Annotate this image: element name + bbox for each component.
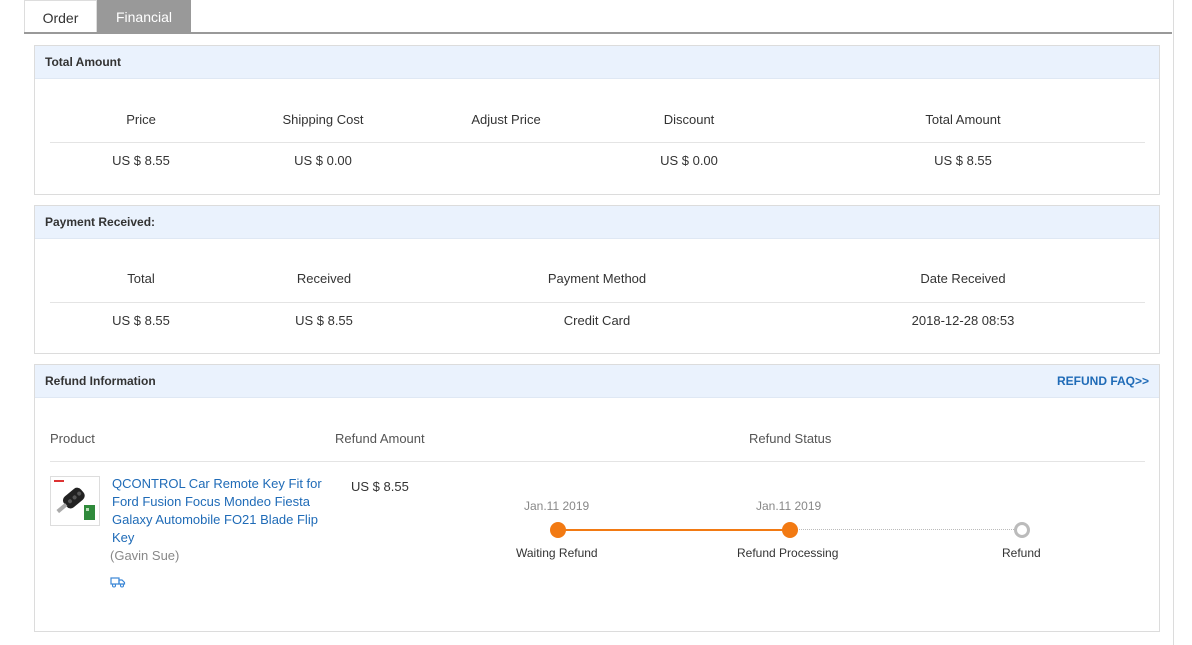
header-adjust-price: Adjust Price (471, 112, 541, 127)
header-received: Received (296, 271, 352, 286)
refund-information-panel: Refund Information REFUND FAQ>> Product … (34, 364, 1160, 632)
timeline-dot-processing (782, 522, 798, 538)
product-name-link[interactable]: QCONTROL Car Remote Key Fit for Ford Fus… (112, 475, 327, 547)
timeline-date-processing: Jan.11 2019 (756, 499, 822, 513)
header-product: Product (50, 431, 95, 446)
divider (50, 461, 1145, 462)
car-key-image (54, 480, 95, 520)
refund-information-label: Refund Information (45, 374, 156, 388)
divider (50, 142, 1145, 143)
timeline-label-processing: Refund Processing (737, 546, 839, 560)
header-total: Total (127, 271, 155, 286)
timeline-progress-line (558, 529, 790, 531)
value-date-received: 2018-12-28 08:53 (911, 313, 1015, 328)
refund-information-title: Refund Information REFUND FAQ>> (35, 365, 1159, 398)
value-discount: US $ 0.00 (660, 153, 718, 168)
timeline-label-waiting: Waiting Refund (516, 546, 598, 560)
tab-order[interactable]: Order (24, 0, 97, 32)
value-total-amount: US $ 8.55 (934, 153, 992, 168)
header-total-amount: Total Amount (925, 112, 1001, 127)
value-price: US $ 8.55 (112, 153, 170, 168)
total-amount-panel: Total Amount Price Shipping Cost Adjust … (34, 45, 1160, 195)
header-refund-amount: Refund Amount (335, 431, 425, 446)
seller-name: (Gavin Sue) (110, 548, 180, 563)
value-total: US $ 8.55 (112, 313, 170, 328)
timeline-dot-refund (1014, 522, 1030, 538)
tab-financial[interactable]: Financial (97, 0, 191, 32)
timeline-date-waiting: Jan.11 2019 (524, 499, 590, 513)
value-payment-method: Credit Card (563, 313, 631, 328)
payment-received-title: Payment Received: (35, 206, 1159, 239)
total-amount-title: Total Amount (35, 46, 1159, 79)
header-shipping-cost: Shipping Cost (282, 112, 364, 127)
timeline-dot-waiting (550, 522, 566, 538)
product-thumbnail[interactable] (50, 476, 100, 526)
refund-faq-link[interactable]: REFUND FAQ>> (1057, 365, 1149, 397)
header-refund-status: Refund Status (749, 431, 832, 446)
divider (50, 302, 1145, 303)
header-date-received: Date Received (920, 271, 1006, 286)
header-price: Price (126, 112, 156, 127)
header-payment-method: Payment Method (547, 271, 647, 286)
tab-bar: Order Financial (24, 0, 1172, 34)
truck-icon[interactable] (110, 576, 126, 591)
timeline-label-refund: Refund (1002, 546, 1041, 560)
payment-received-panel: Payment Received: Total Received Payment… (34, 205, 1160, 354)
header-discount: Discount (663, 112, 715, 127)
refund-amount: US $ 8.55 (351, 479, 409, 494)
value-received: US $ 8.55 (295, 313, 353, 328)
value-shipping-cost: US $ 0.00 (294, 153, 352, 168)
timeline-pending-line (790, 529, 1022, 530)
